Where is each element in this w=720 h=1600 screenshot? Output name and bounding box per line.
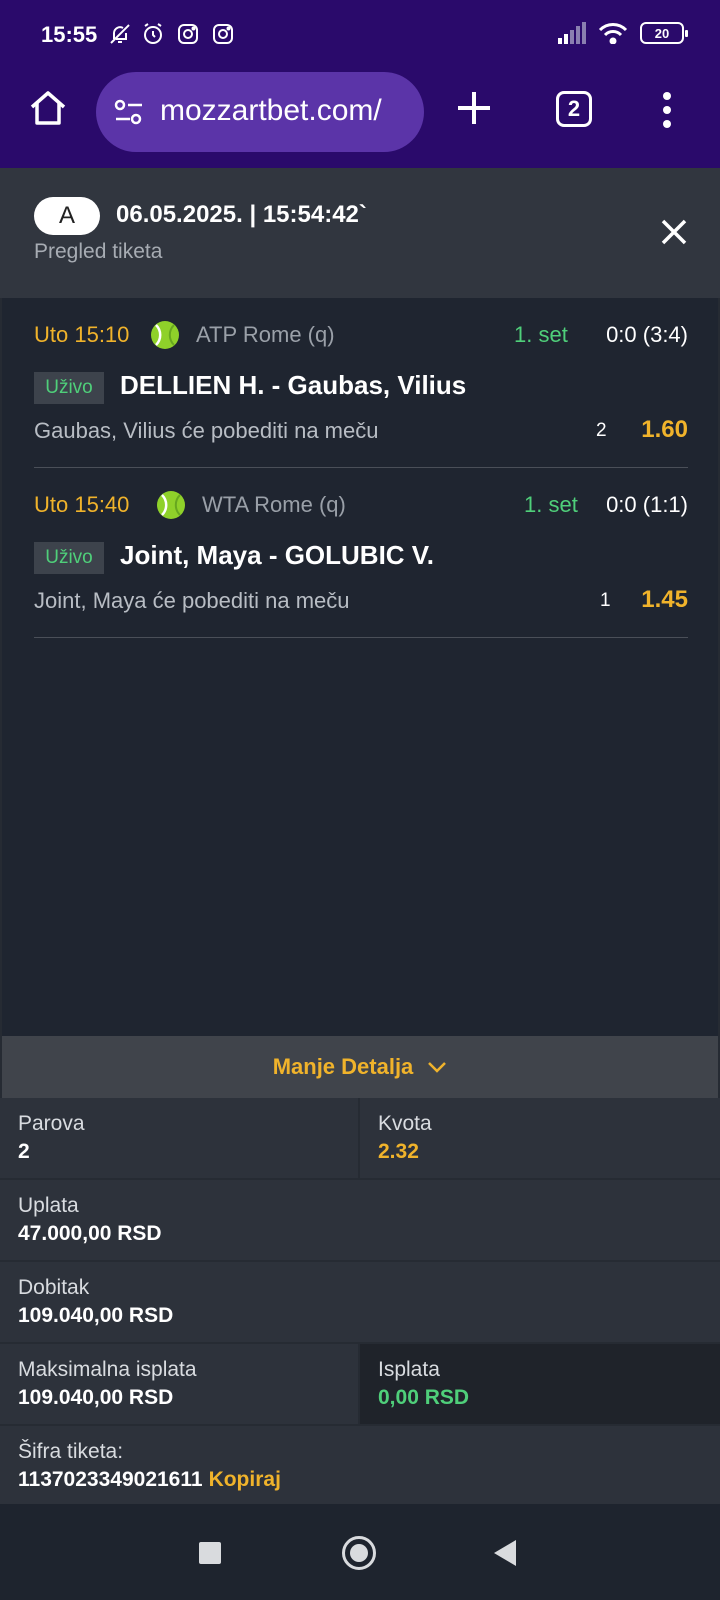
ticket-code-row: 1137023349021611 Kopiraj (18, 1468, 702, 1492)
uplata-cell: Uplata 47.000,00 RSD (0, 1180, 720, 1260)
payout-value: 0,00 RSD (378, 1386, 470, 1409)
url-bar[interactable]: mozzartbet.com/ (96, 72, 424, 152)
max-payout-label: Maksimalna isplata (18, 1358, 197, 1381)
signal-icon (558, 22, 586, 44)
home-nav-icon[interactable] (342, 1536, 376, 1570)
event-league: ATP Rome (q) (196, 322, 335, 347)
home-icon[interactable] (28, 88, 68, 128)
dobitak-cell: Dobitak 109.040,00 RSD (0, 1262, 720, 1342)
event-list: Uto 15:10 ATP Rome (q) 1. set 0:0 (3:4) … (2, 298, 718, 1036)
bell-off-icon (110, 24, 130, 44)
uplata-value: 47.000,00 RSD (18, 1222, 162, 1245)
event-match: DELLIEN H. - Gaubas, Vilius (120, 370, 467, 400)
recents-icon[interactable] (199, 1542, 221, 1564)
uplata-label: Uplata (18, 1194, 79, 1217)
tennis-ball-icon (151, 321, 179, 349)
more-menu-icon[interactable] (662, 92, 672, 128)
close-icon[interactable] (660, 218, 688, 246)
event-time: Uto 15:40 (34, 492, 130, 517)
instagram-icon (178, 24, 198, 44)
event-pick: Gaubas, Vilius će pobediti na meču (34, 418, 379, 443)
dobitak-label: Dobitak (18, 1276, 90, 1299)
event-status: 1. set (524, 492, 578, 517)
status-bar: 15:55 20 (0, 0, 720, 70)
event-pick-code: 2 (596, 420, 607, 441)
event-league: WTA Rome (q) (202, 492, 346, 517)
max-payout-cell: Maksimalna isplata 109.040,00 RSD (0, 1344, 358, 1424)
ticket-subtitle: Pregled tiketa (34, 240, 163, 263)
tab-switcher-button[interactable]: 2 (556, 91, 592, 127)
live-badge: Uživo (34, 542, 104, 574)
less-details-label: Manje Detalja (272, 1054, 414, 1079)
ticket-code-cell: Šifra tiketa: 1137023349021611 Kopiraj (0, 1426, 720, 1504)
ticket-datetime: 06.05.2025. | 15:54:42` (116, 201, 367, 228)
parova-cell: Parova 2 (0, 1098, 358, 1178)
less-details-button[interactable]: Manje Detalja (2, 1036, 718, 1098)
live-badge: Uživo (34, 372, 104, 404)
instagram-icon (213, 24, 233, 44)
wifi-icon (598, 23, 628, 44)
event-row[interactable]: Uto 15:10 ATP Rome (q) 1. set 0:0 (3:4) … (34, 298, 688, 468)
payout-label: Isplata (378, 1358, 440, 1381)
browser-chrome: 15:55 20 mozzartbet.com/ 2 (0, 0, 720, 168)
event-time: Uto 15:10 (34, 322, 130, 347)
site-settings-icon[interactable] (114, 99, 144, 125)
kvota-label: Kvota (378, 1112, 432, 1135)
event-odd: 1.45 (641, 586, 688, 613)
url-text[interactable]: mozzartbet.com/ (160, 94, 382, 128)
event-odd: 1.60 (641, 416, 688, 443)
chevron-down-icon (428, 1062, 447, 1073)
status-right: 20 (558, 22, 688, 44)
event-match: Joint, Maya - GOLUBIC V. (120, 540, 434, 570)
event-score: 0:0 (3:4) (606, 322, 688, 347)
status-time: 15:55 (41, 22, 98, 47)
parova-value: 2 (18, 1140, 30, 1163)
event-pick: Joint, Maya će pobediti na meču (34, 588, 350, 613)
back-icon[interactable] (494, 1540, 516, 1566)
kvota-cell: Kvota 2.32 (360, 1098, 720, 1178)
ticket-type-badge: A (34, 197, 100, 235)
new-tab-icon[interactable] (454, 88, 494, 128)
payout-cell: Isplata 0,00 RSD (360, 1344, 720, 1424)
battery-icon: 20 (640, 22, 688, 44)
kvota-value: 2.32 (378, 1140, 419, 1163)
event-status: 1. set (514, 322, 568, 347)
ticket-header: A 06.05.2025. | 15:54:42` Pregled tiketa (0, 168, 720, 298)
dobitak-value: 109.040,00 RSD (18, 1304, 174, 1327)
ticket-code-label: Šifra tiketa: (18, 1440, 124, 1463)
parova-label: Parova (18, 1112, 85, 1135)
tennis-ball-icon (157, 491, 185, 519)
event-row[interactable]: Uto 15:40 WTA Rome (q) 1. set 0:0 (1:1) … (34, 468, 688, 638)
system-nav-bar (0, 1504, 720, 1600)
event-score: 0:0 (1:1) (606, 492, 688, 517)
max-payout-value: 109.040,00 RSD (18, 1386, 174, 1409)
event-pick-code: 1 (600, 590, 611, 611)
alarm-icon (144, 23, 162, 44)
ticket-code-value: 1137023349021611 (18, 1468, 203, 1491)
copy-link[interactable]: Kopiraj (209, 1468, 281, 1491)
